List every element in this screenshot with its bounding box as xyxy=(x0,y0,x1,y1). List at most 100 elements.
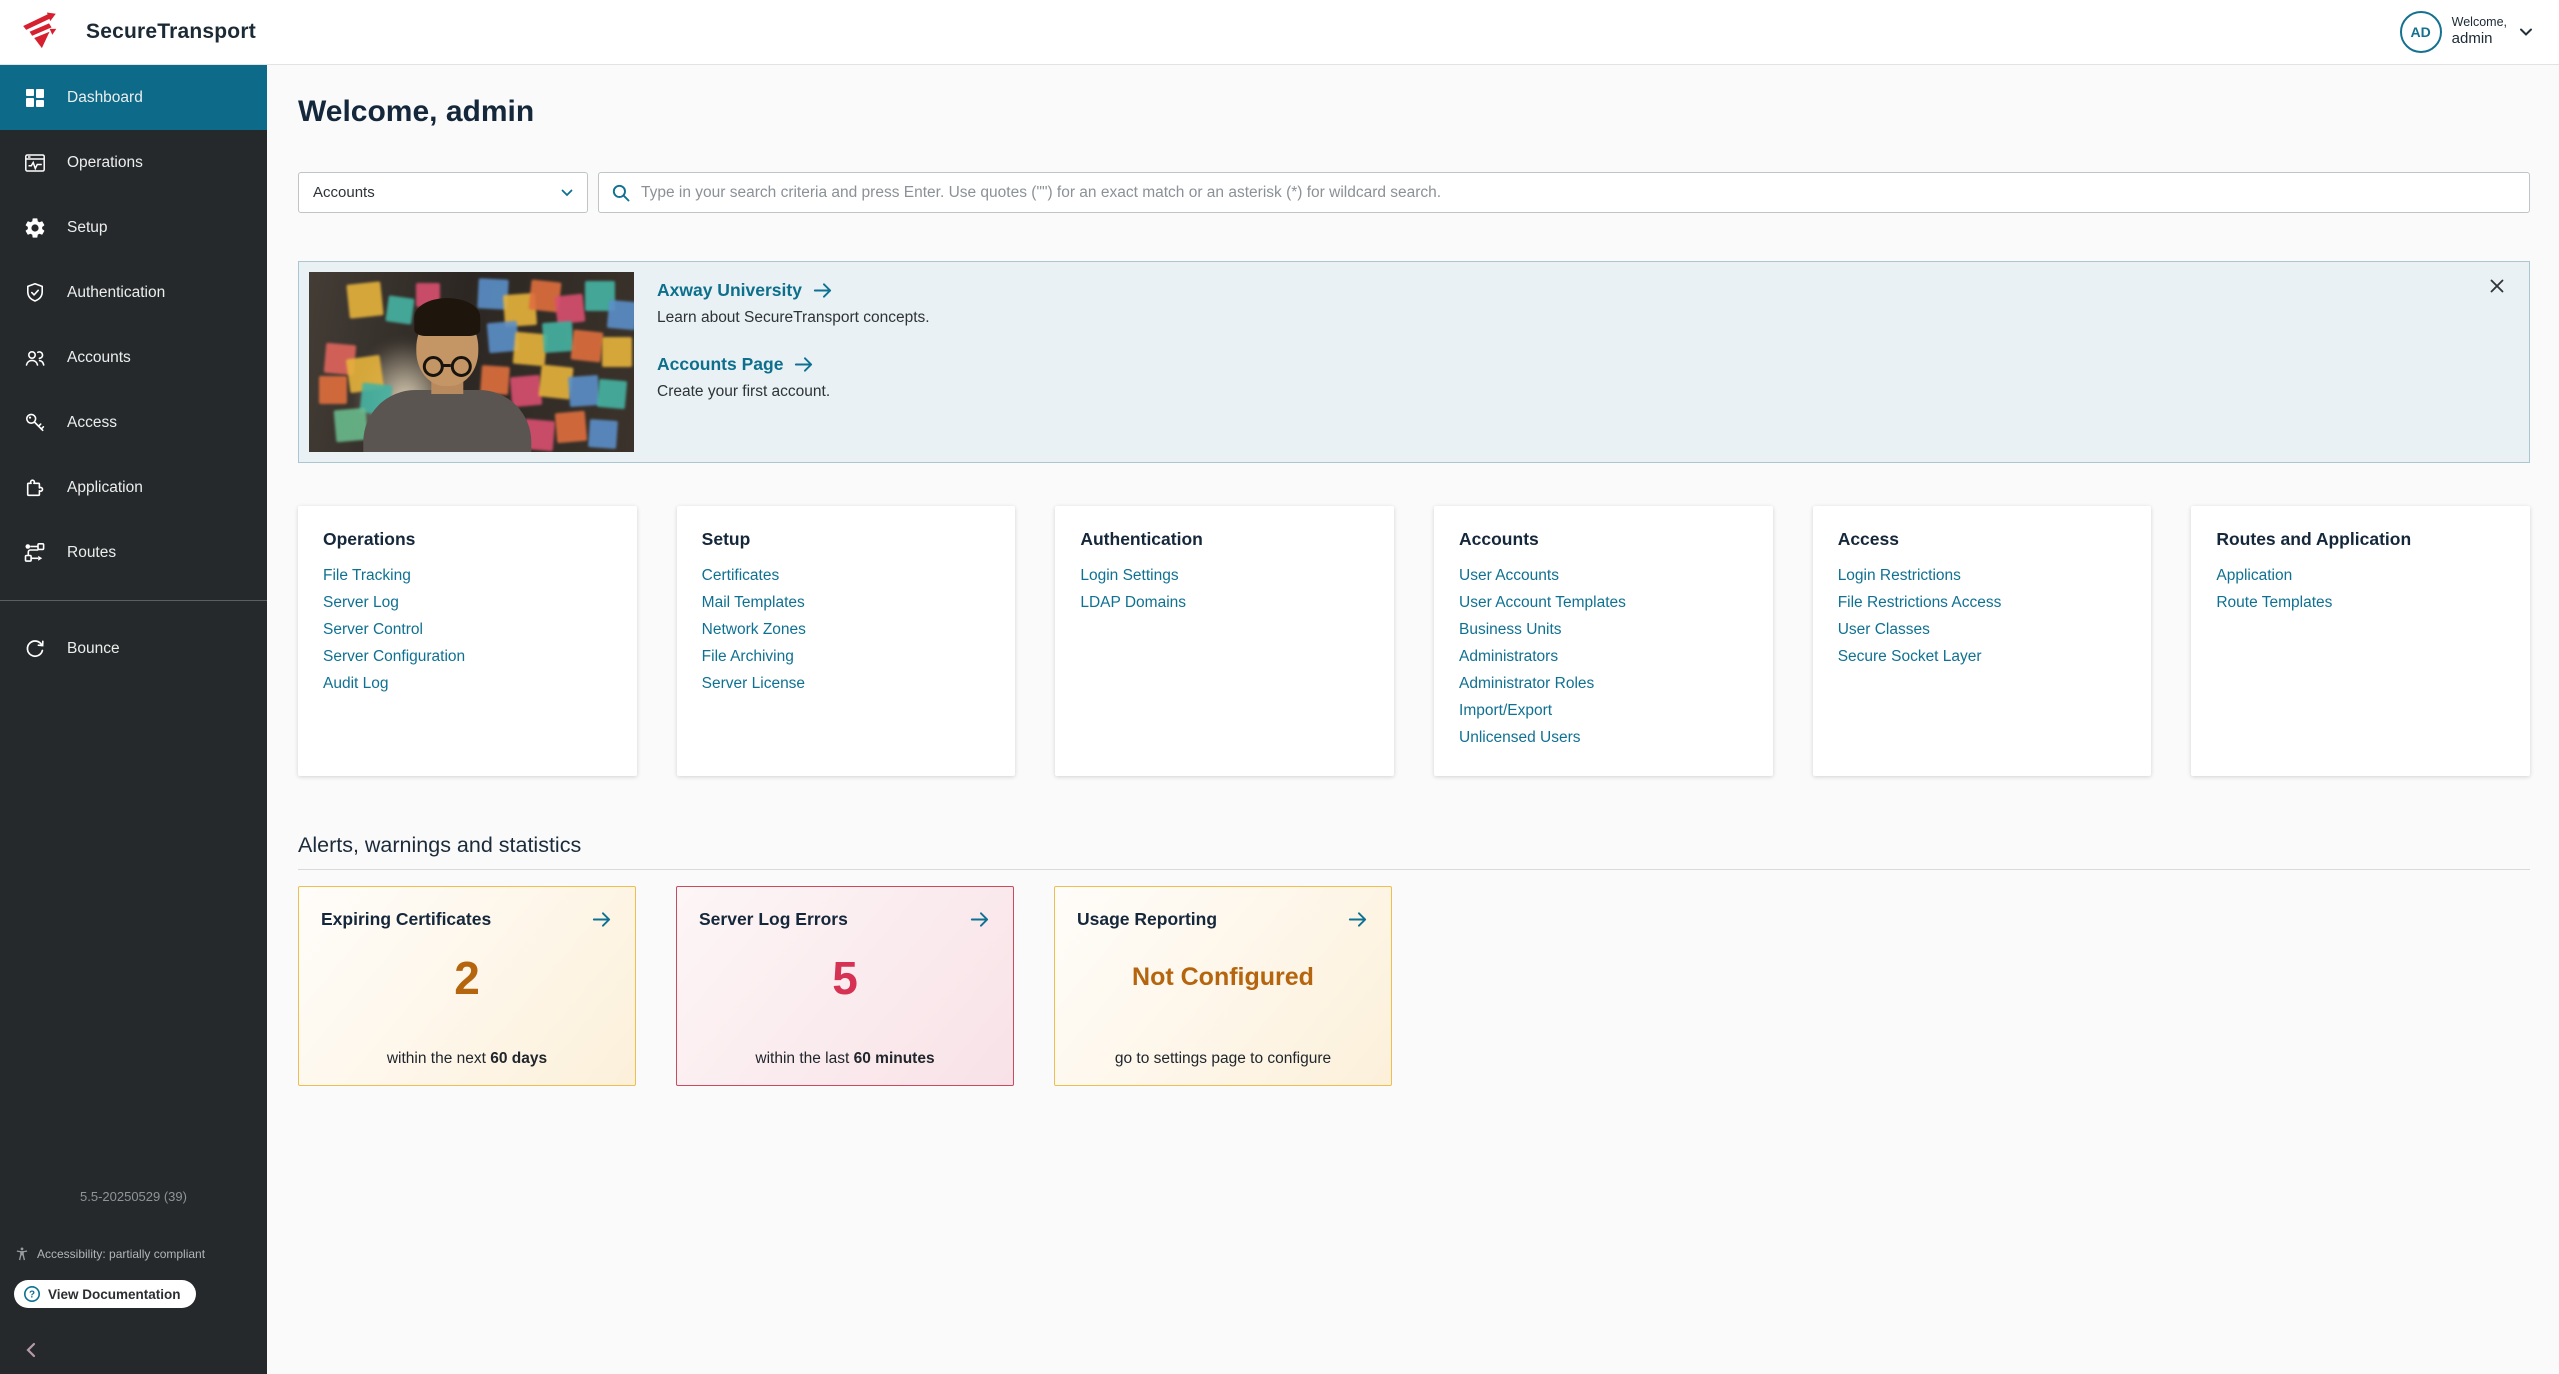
arrow-right-icon xyxy=(811,279,834,302)
sidebar-item-routes[interactable]: Routes xyxy=(0,520,267,585)
banner-links: Axway University Learn about SecureTrans… xyxy=(657,272,930,452)
alert-footer: go to settings page to configure xyxy=(1055,1050,1391,1068)
sidebar-item-label: Accounts xyxy=(67,349,131,367)
card-link[interactable]: Audit Log xyxy=(323,670,612,697)
alert-title: Usage Reporting xyxy=(1077,909,1217,930)
person-torso xyxy=(363,390,531,452)
card-setup: Setup Certificates Mail Templates Networ… xyxy=(677,506,1016,776)
sidebar-divider xyxy=(0,600,267,601)
card-link[interactable]: User Account Templates xyxy=(1459,589,1748,616)
shield-check-icon xyxy=(23,281,47,305)
card-link[interactable]: Secure Socket Layer xyxy=(1838,643,2127,670)
card-title: Routes and Application xyxy=(2216,529,2505,550)
arrow-right-icon[interactable] xyxy=(968,908,991,931)
app-title: SecureTransport xyxy=(86,20,256,44)
sidebar-item-label: Access xyxy=(67,414,117,432)
sidebar-item-label: Authentication xyxy=(67,284,165,302)
card-link[interactable]: Mail Templates xyxy=(702,589,991,616)
sticky-note xyxy=(607,300,634,330)
sidebar-item-label: Routes xyxy=(67,544,116,562)
onboarding-banner: Axway University Learn about SecureTrans… xyxy=(298,261,2530,463)
sticky-note xyxy=(597,379,627,409)
alert-card-usage-reporting[interactable]: Usage Reporting Not Configured go to set… xyxy=(1054,886,1392,1086)
card-link[interactable]: Server Control xyxy=(323,616,612,643)
search-category-dropdown[interactable]: Accounts xyxy=(298,172,588,213)
sidebar-item-accounts[interactable]: Accounts xyxy=(0,325,267,390)
search-category-value: Accounts xyxy=(313,184,375,201)
card-link[interactable]: User Classes xyxy=(1838,616,2127,643)
card-link[interactable]: Login Restrictions xyxy=(1838,562,2127,589)
alert-value: 2 xyxy=(321,951,613,1005)
sidebar-item-operations[interactable]: Operations xyxy=(0,130,267,195)
card-link[interactable]: File Archiving xyxy=(702,643,991,670)
operations-icon xyxy=(23,151,47,175)
card-title: Accounts xyxy=(1459,529,1748,550)
chevron-down-icon xyxy=(561,189,573,197)
user-menu[interactable]: AD Welcome, admin xyxy=(2400,11,2535,53)
card-link[interactable]: LDAP Domains xyxy=(1080,589,1369,616)
alert-title: Server Log Errors xyxy=(699,909,848,930)
card-link[interactable]: Network Zones xyxy=(702,616,991,643)
view-documentation-button[interactable]: ? View Documentation xyxy=(14,1280,196,1308)
sidebar-item-label: Setup xyxy=(67,219,108,237)
alert-card-expiring-certificates[interactable]: Expiring Certificates 2 within the next … xyxy=(298,886,636,1086)
card-link[interactable]: File Tracking xyxy=(323,562,612,589)
card-link[interactable]: Server Log xyxy=(323,589,612,616)
card-routes-application: Routes and Application Application Route… xyxy=(2191,506,2530,776)
card-link[interactable]: Server License xyxy=(702,670,991,697)
sidebar-item-bounce[interactable]: Bounce xyxy=(0,616,267,681)
accounts-page-link[interactable]: Accounts Page xyxy=(657,353,930,376)
sidebar-item-dashboard[interactable]: Dashboard xyxy=(0,65,267,130)
card-title: Authentication xyxy=(1080,529,1369,550)
card-link[interactable]: Business Units xyxy=(1459,616,1748,643)
question-circle-icon: ? xyxy=(23,1285,41,1303)
search-icon xyxy=(611,183,631,203)
sidebar-item-label: Operations xyxy=(67,154,143,172)
sidebar-item-label: Bounce xyxy=(67,640,120,658)
gear-icon xyxy=(23,216,47,240)
alert-card-server-log-errors[interactable]: Server Log Errors 5 within the last 60 m… xyxy=(676,886,1014,1086)
card-link[interactable]: Administrators xyxy=(1459,643,1748,670)
banner-link-description: Create your first account. xyxy=(657,383,930,401)
card-link[interactable]: Certificates xyxy=(702,562,991,589)
card-link[interactable]: Import/Export xyxy=(1459,697,1748,724)
card-link[interactable]: Server Configuration xyxy=(323,643,612,670)
card-operations: Operations File Tracking Server Log Serv… xyxy=(298,506,637,776)
search-input[interactable] xyxy=(641,184,2517,202)
axway-logo-icon xyxy=(20,11,64,53)
sidebar-item-authentication[interactable]: Authentication xyxy=(0,260,267,325)
axway-university-link[interactable]: Axway University xyxy=(657,279,930,302)
card-link[interactable]: Administrator Roles xyxy=(1459,670,1748,697)
collapse-sidebar-icon[interactable] xyxy=(20,1338,44,1362)
chevron-down-icon[interactable] xyxy=(2517,23,2535,41)
accessibility-row[interactable]: Accessibility: partially compliant xyxy=(14,1246,267,1262)
search-row: Accounts xyxy=(298,172,2530,213)
card-link[interactable]: Login Settings xyxy=(1080,562,1369,589)
key-icon xyxy=(23,411,47,435)
alert-footer: within the last 60 minutes xyxy=(677,1050,1013,1068)
accessibility-label: Accessibility: partially compliant xyxy=(37,1247,205,1261)
card-link[interactable]: File Restrictions Access xyxy=(1838,589,2127,616)
card-link[interactable]: Unlicensed Users xyxy=(1459,724,1748,751)
arrow-right-icon[interactable] xyxy=(1346,908,1369,931)
sticky-note xyxy=(602,337,632,367)
sidebar-item-application[interactable]: Application xyxy=(0,455,267,520)
arrow-right-icon[interactable] xyxy=(590,908,613,931)
sticky-note xyxy=(319,376,347,404)
avatar[interactable]: AD xyxy=(2400,11,2442,53)
version-label: 5.5-20250529 (39) xyxy=(0,1189,267,1204)
dashboard-icon xyxy=(23,86,47,110)
alert-title: Expiring Certificates xyxy=(321,909,491,930)
card-link[interactable]: Route Templates xyxy=(2216,589,2505,616)
sidebar-item-setup[interactable]: Setup xyxy=(0,195,267,260)
users-icon xyxy=(23,346,47,370)
sticky-note xyxy=(588,419,618,449)
alerts-divider xyxy=(298,869,2530,870)
sticky-note xyxy=(571,330,604,363)
sidebar-item-access[interactable]: Access xyxy=(0,390,267,455)
card-link[interactable]: Application xyxy=(2216,562,2505,589)
arrow-right-icon xyxy=(792,353,815,376)
banner-link-description: Learn about SecureTransport concepts. xyxy=(657,309,930,327)
close-icon[interactable] xyxy=(2486,275,2508,297)
card-link[interactable]: User Accounts xyxy=(1459,562,1748,589)
